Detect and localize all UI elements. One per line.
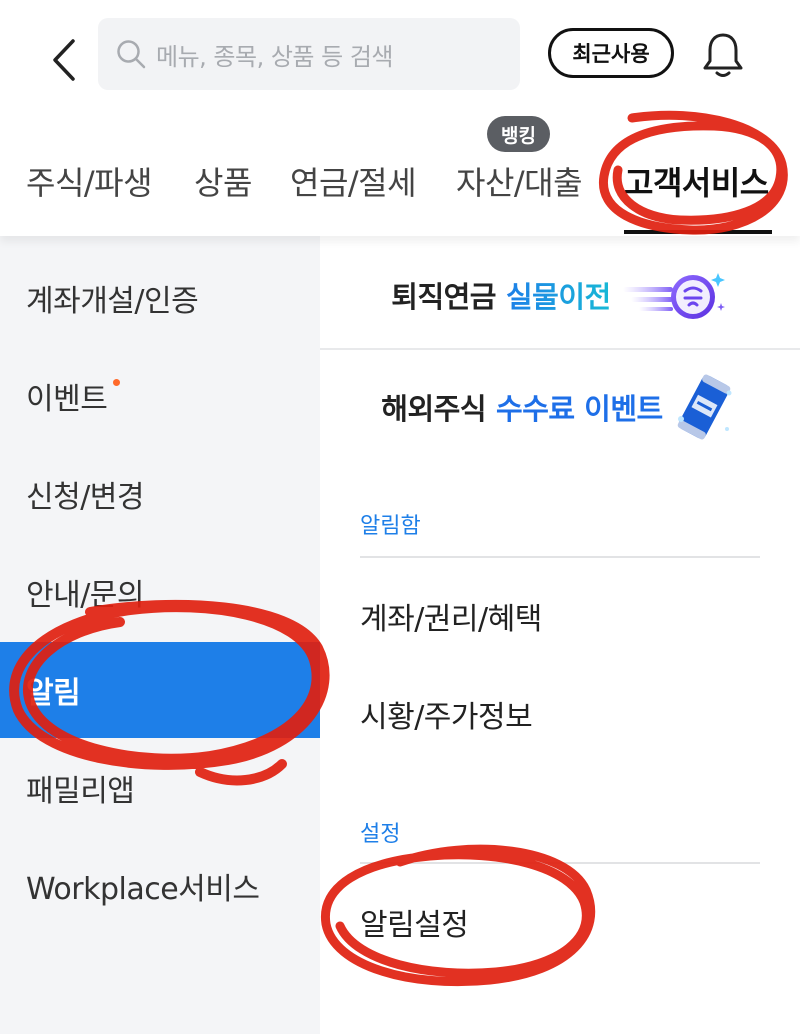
menu-item-notification-settings[interactable]: 알림설정 [360,900,469,944]
section-header-inbox: 알림함 [360,514,421,539]
tab-products[interactable]: 상품 [194,158,252,204]
sidebar-item-events[interactable]: 이벤트 [0,348,320,444]
section-header-settings: 설정 [360,822,401,847]
notification-button[interactable] [698,28,748,82]
sparkle-badge-icon [622,273,725,319]
section-divider [360,862,760,864]
new-indicator-dot [113,378,121,386]
sidebar-item-workplace-service[interactable]: Workplace서비스 [0,838,320,934]
sidebar-item-family-apps[interactable]: 패밀리앱 [0,740,320,836]
overseas-stock-fee-banner[interactable]: 해외주식 수수료 이벤트 [320,352,800,462]
sidebar-menu: 계좌개설/인증 이벤트 신청/변경 안내/문의 알림 패밀리앱 Workplac… [0,236,320,1034]
active-tab-indicator [624,230,772,234]
menu-item-market-price-info[interactable]: 시황/주가정보 [360,692,533,736]
search-input[interactable]: 메뉴, 종목, 상품 등 검색 [98,18,520,90]
sidebar-item-label: 계좌개설/인증 [26,284,199,319]
sidebar-item-application-change[interactable]: 신청/변경 [0,446,320,542]
search-icon [117,40,146,69]
top-bar: 메뉴, 종목, 상품 등 검색 최근사용 [0,0,800,110]
main-tabs: 주식/파생 상품 연금/절세 뱅킹 자산/대출 고객서비스 [0,110,800,236]
pension-transfer-banner[interactable]: 퇴직연금 실물이전 [320,240,800,350]
sidebar-item-label: 알림 [26,676,81,711]
menu-item-account-rights-benefits[interactable]: 계좌/권리/혜택 [360,594,542,638]
sidebar-item-notifications[interactable]: 알림 [0,642,320,738]
banner-text: 퇴직연금 [391,280,496,314]
banner-highlight: 실물이전 [506,274,611,316]
back-button[interactable] [44,34,84,86]
sidebar-item-guide-inquiry[interactable]: 안내/문의 [0,544,320,640]
tab-stock-derivatives[interactable]: 주식/파생 [26,158,153,204]
section-divider [360,556,760,558]
banner-text: 해외주식 [381,392,487,426]
tab-customer-service[interactable]: 고객서비스 [624,158,769,204]
sidebar-item-label: 패밀리앱 [26,774,135,809]
sidebar-item-label: 신청/변경 [26,480,145,515]
soda-can-icon [677,374,732,440]
divider [320,348,800,350]
tab-assets-loans[interactable]: 자산/대출 [456,158,583,204]
chevron-left-icon [53,39,75,81]
search-placeholder: 메뉴, 종목, 상품 등 검색 [156,42,394,71]
sidebar-item-label: Workplace서비스 [26,872,260,907]
bell-icon [703,33,743,77]
sidebar-item-account-opening[interactable]: 계좌개설/인증 [0,250,320,346]
sidebar-item-label: 이벤트 [26,382,108,417]
banner-highlight: 수수료 이벤트 [496,392,663,426]
recent-used-button[interactable]: 최근사용 [548,28,674,78]
sidebar-item-label: 안내/문의 [26,578,145,613]
content-panel: 퇴직연금 실물이전 해외주식 수수료 이벤트 알림함 계좌/권리/혜택 시황/주… [320,236,800,1034]
banking-badge: 뱅킹 [487,116,550,152]
tab-pension-tax[interactable]: 연금/절세 [290,158,417,204]
